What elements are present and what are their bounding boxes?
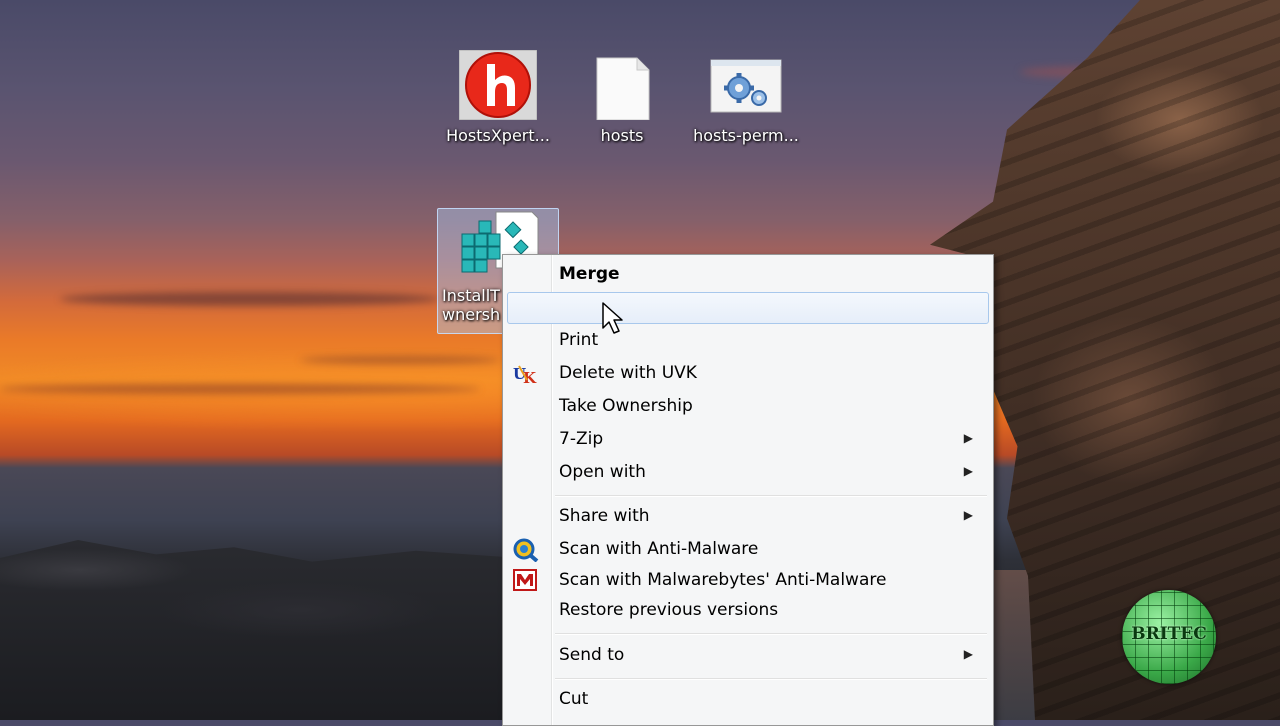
menu-item-open-with[interactable]: Open with ▶ (503, 457, 991, 487)
file-icon (583, 50, 661, 121)
menu-separator (555, 678, 987, 680)
submenu-arrow-icon: ▶ (963, 464, 973, 478)
menu-item-share-with[interactable]: Share with ▶ (503, 501, 991, 531)
desktop-icon-hosts[interactable]: hosts (562, 50, 682, 145)
hostsxpert-icon (458, 49, 538, 121)
foreground-rocks (0, 540, 520, 720)
menu-item-label: Scan with Anti-Malware (559, 539, 759, 559)
menu-item-label: Cut (559, 689, 589, 709)
menu-item-blank-hovered[interactable] (503, 292, 991, 322)
context-menu: Merge Print U K Delete with UVK Take Own… (502, 254, 994, 726)
menu-item-merge[interactable]: Merge (503, 259, 991, 289)
icon-label: hosts-perm... (693, 126, 799, 145)
menu-item-take-ownership[interactable]: Take Ownership (503, 391, 991, 421)
cloud (300, 356, 500, 364)
cloud (0, 384, 480, 394)
uvk-icon: U K (513, 362, 537, 387)
batch-file-gears-icon (707, 50, 785, 120)
menu-item-label: Share with (559, 506, 650, 526)
menu-item-label: Scan with Malwarebytes' Anti-Malware (559, 570, 887, 590)
submenu-arrow-icon: ▶ (963, 647, 973, 661)
menu-item-send-to[interactable]: Send to ▶ (503, 640, 991, 670)
menu-item-cut[interactable]: Cut (503, 684, 991, 714)
menu-item-label: 7-Zip (559, 429, 604, 449)
menu-item-scan-anti-malware[interactable]: Scan with Anti-Malware (503, 534, 991, 564)
menu-item-7zip[interactable]: 7-Zip ▶ (503, 424, 991, 454)
menu-item-delete-with-uvk[interactable]: U K Delete with UVK (503, 358, 991, 388)
malwarebytes-icon (513, 569, 537, 591)
menu-item-label: Open with (559, 462, 646, 482)
submenu-arrow-icon: ▶ (963, 431, 973, 445)
cloud (60, 292, 440, 306)
menu-item-print[interactable]: Print (503, 325, 991, 355)
menu-item-scan-malwarebytes[interactable]: Scan with Malwarebytes' Anti-Malware (503, 565, 991, 595)
menu-item-label: Print (559, 330, 599, 350)
menu-item-label: Send to (559, 645, 625, 665)
britec-logo: BRITEC (1122, 590, 1216, 684)
menu-item-label: Take Ownership (559, 396, 693, 416)
desktop-icon-hosts-perm[interactable]: hosts-perm... (686, 50, 806, 145)
anti-malware-icon (513, 538, 539, 563)
desktop-icon-hostsxpert[interactable]: HostsXpert... (438, 49, 558, 145)
britec-logo-text: BRITEC (1131, 624, 1207, 644)
menu-separator (555, 495, 987, 497)
menu-item-label: Restore previous versions (559, 600, 779, 620)
icon-label: hosts (600, 126, 644, 145)
menu-item-label: Merge (559, 264, 620, 284)
submenu-arrow-icon: ▶ (963, 508, 973, 522)
menu-separator (555, 633, 987, 635)
icon-label: HostsXpert... (446, 126, 550, 145)
menu-item-label: Delete with UVK (559, 363, 697, 383)
menu-item-restore-previous-versions[interactable]: Restore previous versions (503, 595, 991, 625)
mouse-cursor-icon (602, 302, 628, 340)
